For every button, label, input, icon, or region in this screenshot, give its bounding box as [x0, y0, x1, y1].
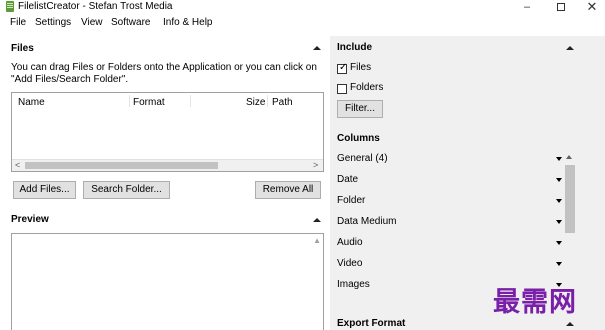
- menu-settings[interactable]: Settings: [35, 17, 71, 28]
- export-format-heading: Export Format: [337, 318, 406, 329]
- export-collapse-icon[interactable]: [566, 322, 574, 326]
- maximize-button[interactable]: [546, 0, 576, 15]
- columns-item-video[interactable]: Video: [337, 258, 565, 272]
- columns-item-label: Data Medium: [337, 216, 397, 227]
- columns-item-label: General (4): [337, 153, 388, 164]
- columns-item-label: Images: [337, 279, 370, 290]
- minimize-button[interactable]: –: [512, 0, 542, 15]
- include-files-label: Files: [350, 62, 372, 73]
- files-heading: Files: [11, 43, 34, 54]
- vertical-scrollbar[interactable]: [565, 165, 575, 235]
- add-files-button[interactable]: Add Files...: [13, 181, 76, 199]
- menu-view[interactable]: View: [81, 17, 103, 28]
- columns-item-label: Date: [337, 174, 359, 185]
- columns-item-folder[interactable]: Folder: [337, 195, 565, 209]
- menu-file[interactable]: File: [10, 17, 26, 28]
- close-button[interactable]: ✕: [577, 0, 605, 15]
- dropdown-arrow-icon[interactable]: [556, 157, 562, 161]
- horizontal-scrollbar[interactable]: < >: [12, 159, 323, 171]
- window-title: FilelistCreator - Stefan Trost Media: [18, 1, 173, 12]
- search-folder-button[interactable]: Search Folder...: [83, 181, 170, 199]
- column-header-name[interactable]: Name: [18, 97, 45, 108]
- preview-collapse-icon[interactable]: [313, 218, 321, 222]
- scroll-right-icon[interactable]: >: [313, 160, 318, 171]
- columns-item-data-medium[interactable]: Data Medium: [337, 216, 565, 230]
- remove-all-button[interactable]: Remove All: [255, 181, 321, 199]
- menu-software[interactable]: Software: [111, 17, 150, 28]
- columns-item-general[interactable]: General (4): [337, 153, 565, 167]
- column-header-size[interactable]: Size: [246, 97, 265, 108]
- title-bar: FilelistCreator - Stefan Trost Media – ✕: [0, 0, 605, 15]
- dropdown-arrow-icon[interactable]: [556, 199, 562, 203]
- preview-heading: Preview: [11, 214, 49, 225]
- columns-heading: Columns: [337, 133, 380, 144]
- columns-item-label: Audio: [337, 237, 363, 248]
- checkbox[interactable]: ✓: [337, 62, 348, 74]
- preview-area: ▲: [11, 233, 324, 330]
- check-icon: ✓: [339, 62, 348, 73]
- column-separator[interactable]: [190, 95, 191, 107]
- checkbox[interactable]: [337, 84, 347, 94]
- columns-item-label: Video: [337, 258, 363, 269]
- dropdown-arrow-icon[interactable]: [556, 178, 562, 182]
- files-list[interactable]: Name Format Size Path < >: [11, 92, 324, 172]
- watermark-logo: 最需网: [493, 287, 577, 318]
- dropdown-arrow-icon[interactable]: [556, 262, 562, 266]
- scroll-up-icon[interactable]: [566, 155, 572, 159]
- maximize-icon: [557, 3, 565, 11]
- columns-item-date[interactable]: Date: [337, 174, 565, 188]
- scroll-thumb[interactable]: [25, 162, 218, 169]
- column-separator[interactable]: [129, 95, 130, 107]
- include-collapse-icon[interactable]: [566, 46, 574, 50]
- scroll-up-icon[interactable]: ▲: [313, 236, 321, 245]
- app-icon: [6, 1, 14, 12]
- files-hint: You can drag Files or Folders onto the A…: [11, 62, 317, 85]
- include-heading: Include: [337, 42, 373, 53]
- column-separator[interactable]: [267, 95, 268, 107]
- scroll-left-icon[interactable]: <: [15, 160, 20, 171]
- column-header-path[interactable]: Path: [272, 97, 293, 108]
- columns-item-audio[interactable]: Audio: [337, 237, 565, 251]
- columns-item-label: Folder: [337, 195, 366, 206]
- files-collapse-icon[interactable]: [313, 46, 321, 50]
- dropdown-arrow-icon[interactable]: [556, 220, 562, 224]
- dropdown-arrow-icon[interactable]: [556, 241, 562, 245]
- filter-button[interactable]: Filter...: [337, 100, 383, 118]
- scroll-thumb[interactable]: [565, 165, 575, 233]
- column-header-format[interactable]: Format: [133, 97, 165, 108]
- menu-info-help[interactable]: Info & Help: [163, 17, 212, 28]
- include-folders-label: Folders: [350, 82, 384, 93]
